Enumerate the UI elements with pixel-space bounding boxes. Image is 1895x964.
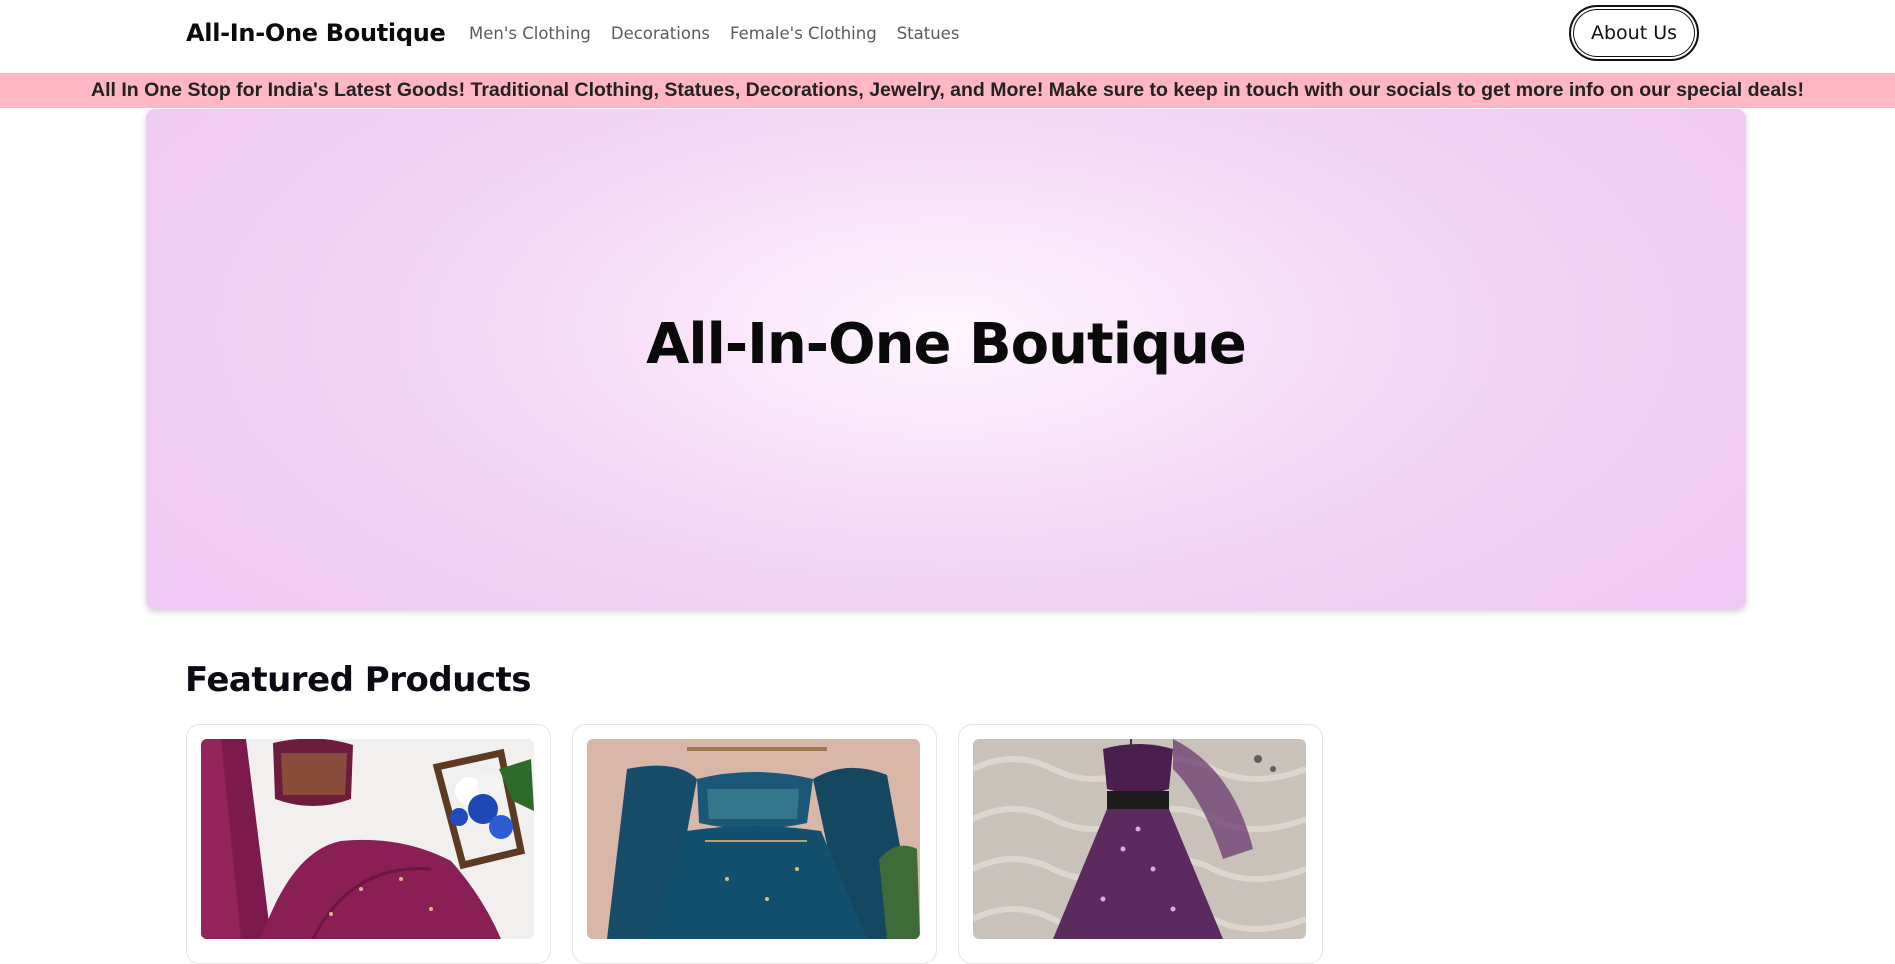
product-image-teal-lehenga[interactable] [587, 739, 920, 939]
announcement-text: All In One Stop for India's Latest Goods… [91, 79, 1804, 101]
hero-title: All-In-One Boutique [646, 311, 1247, 377]
hero-section: All-In-One Boutique [146, 109, 1746, 609]
maroon-lehenga-photo [201, 739, 534, 939]
purple-lehenga-photo [973, 739, 1306, 939]
product-image-maroon-lehenga[interactable] [201, 739, 534, 939]
featured-products-grid [186, 724, 1323, 964]
product-card[interactable] [958, 724, 1323, 964]
teal-lehenga-photo [587, 739, 920, 939]
product-image-purple-lehenga[interactable] [973, 739, 1306, 939]
nav-link-mens-clothing[interactable]: Men's Clothing [469, 24, 591, 43]
nav-link-females-clothing[interactable]: Female's Clothing [730, 24, 877, 43]
featured-products-heading: Featured Products [185, 660, 532, 700]
product-card[interactable] [572, 724, 937, 964]
announcement-banner: All In One Stop for India's Latest Goods… [0, 73, 1895, 108]
nav-link-statues[interactable]: Statues [897, 24, 960, 43]
main-nav: Men's Clothing Decorations Female's Clot… [469, 24, 979, 43]
nav-link-decorations[interactable]: Decorations [611, 24, 710, 43]
product-card[interactable] [186, 724, 551, 964]
site-header: All-In-One Boutique Men's Clothing Decor… [0, 0, 1895, 73]
brand-logo[interactable]: All-In-One Boutique [186, 19, 446, 47]
about-us-button[interactable]: About Us [1569, 5, 1699, 61]
